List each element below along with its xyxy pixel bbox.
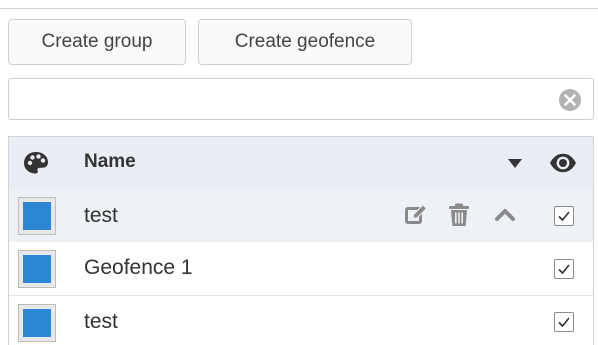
color-swatch[interactable] bbox=[18, 250, 56, 288]
palette-icon bbox=[24, 152, 48, 174]
create-geofence-button[interactable]: Create geofence bbox=[198, 19, 412, 65]
name-column-header[interactable]: Name bbox=[84, 151, 136, 173]
row-name: Geofence 1 bbox=[84, 256, 193, 279]
caret-down-icon[interactable] bbox=[508, 159, 522, 168]
checkmark-icon bbox=[558, 211, 570, 222]
checkmark-icon bbox=[558, 264, 570, 275]
search-box bbox=[8, 78, 594, 120]
eye-icon[interactable] bbox=[549, 153, 577, 173]
row-name: test bbox=[84, 310, 118, 333]
visibility-checkbox[interactable] bbox=[554, 312, 574, 332]
table-row[interactable]: Geofence 1 bbox=[9, 242, 593, 296]
visibility-checkbox[interactable] bbox=[554, 259, 574, 279]
chevron-up-icon[interactable] bbox=[495, 208, 515, 221]
top-divider bbox=[0, 8, 598, 9]
row-name: test bbox=[84, 204, 118, 227]
search-input[interactable] bbox=[17, 87, 561, 113]
color-swatch[interactable] bbox=[18, 197, 56, 235]
visibility-checkbox[interactable] bbox=[554, 206, 574, 226]
color-swatch[interactable] bbox=[18, 304, 56, 342]
trash-icon[interactable] bbox=[448, 203, 470, 227]
edit-icon[interactable] bbox=[404, 204, 428, 226]
create-group-button[interactable]: Create group bbox=[8, 19, 186, 65]
table-row[interactable]: test bbox=[9, 296, 593, 345]
table-header: Name bbox=[9, 137, 593, 190]
geofence-table: Name test Geofence 1 test bbox=[8, 136, 594, 345]
checkmark-icon bbox=[558, 317, 570, 328]
table-row[interactable]: test bbox=[9, 189, 593, 243]
clear-icon[interactable] bbox=[558, 88, 582, 112]
